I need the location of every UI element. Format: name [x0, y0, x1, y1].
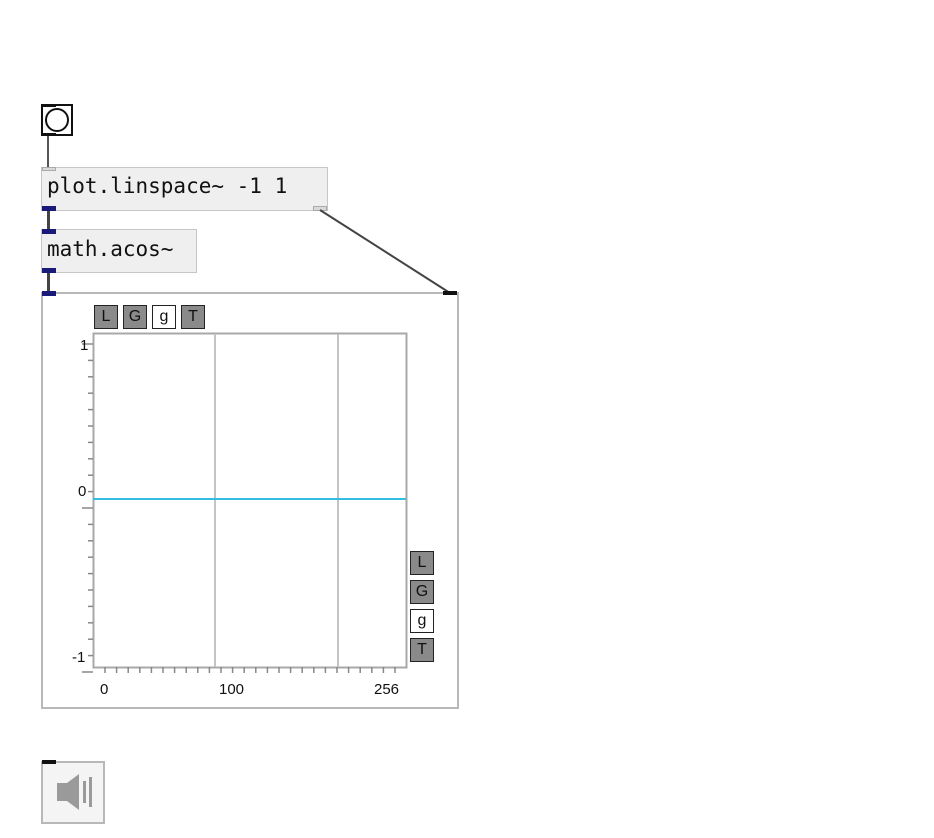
x-subgrid-toggle[interactable]: g	[152, 305, 176, 329]
y-axis-ticks	[82, 343, 93, 673]
bang-button[interactable]	[41, 104, 73, 136]
speaker-icon	[57, 774, 92, 810]
cable	[47, 136, 49, 168]
x-grid-toggle[interactable]: G	[123, 305, 147, 329]
y-tick-label: 0	[78, 483, 87, 500]
y-ticks-toggle[interactable]: T	[410, 638, 434, 662]
y-tick-label: 1	[80, 337, 89, 354]
y-grid-toggle[interactable]: G	[410, 580, 434, 604]
toggle-label: g	[417, 612, 427, 629]
toggle-label: T	[417, 641, 427, 658]
toggle-label: L	[417, 554, 427, 571]
signal-inlet	[42, 229, 56, 234]
y-log-toggle[interactable]: L	[410, 551, 434, 575]
toggle-label: L	[101, 308, 111, 325]
signal-cable	[47, 273, 50, 292]
plot-border	[92, 332, 408, 669]
signal-inlet	[42, 760, 56, 764]
toggle-label: g	[159, 308, 169, 325]
dac-object[interactable]	[41, 761, 105, 824]
object-text: math.acos~	[47, 237, 174, 261]
plot-area	[82, 332, 408, 673]
x-log-toggle[interactable]: L	[94, 305, 118, 329]
object-text: plot.linspace~ -1 1	[47, 174, 288, 198]
toggle-label: T	[188, 308, 198, 325]
inlet	[443, 291, 457, 295]
bang-outlet	[42, 133, 56, 136]
bang-circle-icon	[45, 108, 69, 132]
toggle-label: G	[415, 583, 429, 600]
x-tick-label: 100	[219, 681, 245, 698]
cable	[319, 209, 451, 294]
object-box[interactable]: plot.linspace~ -1 1	[41, 167, 328, 211]
x-ticks-toggle[interactable]: T	[181, 305, 205, 329]
bang-inlet	[42, 104, 56, 107]
x-tick-label: 0	[100, 681, 109, 698]
object-box[interactable]: math.acos~	[41, 229, 197, 273]
y-tick-label: -1	[72, 649, 86, 666]
y-subgrid-toggle[interactable]: g	[410, 609, 434, 633]
toggle-label: G	[128, 308, 142, 325]
x-tick-label: 256	[374, 681, 400, 698]
inlet	[42, 167, 56, 171]
signal-inlet	[42, 291, 56, 296]
signal-cable	[47, 211, 50, 230]
